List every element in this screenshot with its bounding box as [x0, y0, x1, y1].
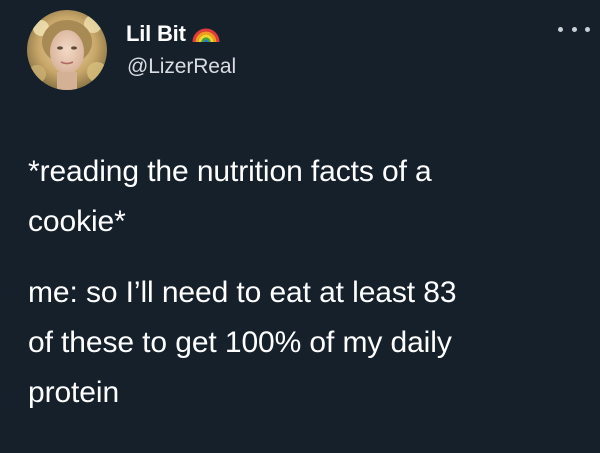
- author-handle[interactable]: @LizerReal: [127, 55, 236, 79]
- more-dot: [571, 26, 577, 32]
- tweet-text-line: *reading the nutrition facts of a: [28, 155, 432, 188]
- more-dot: [585, 26, 590, 32]
- rainbow-icon: [192, 23, 220, 48]
- tweet-text-paragraph-2: me: so I’ll need to eat at least 83 of t…: [28, 268, 457, 418]
- tweet-text-line: cookie*: [28, 205, 126, 238]
- tweet-text-line: me: so I’ll need to eat at least 83: [28, 276, 457, 309]
- more-dot: [558, 26, 563, 32]
- tweet-text-paragraph-1: *reading the nutrition facts of a cookie…: [28, 147, 432, 247]
- more-options-icon[interactable]: [558, 18, 590, 40]
- tweet-text-line: protein: [28, 376, 120, 409]
- avatar[interactable]: [27, 10, 107, 90]
- author-name-row[interactable]: Lil Bit: [126, 19, 220, 49]
- tweet-card: Lil Bit @LizerReal *reading the nutritio…: [0, 0, 600, 453]
- avatar-photo: [27, 10, 107, 90]
- author-display-name[interactable]: Lil Bit: [126, 21, 186, 47]
- tweet-text-line: of these to get 100% of my daily: [28, 326, 452, 359]
